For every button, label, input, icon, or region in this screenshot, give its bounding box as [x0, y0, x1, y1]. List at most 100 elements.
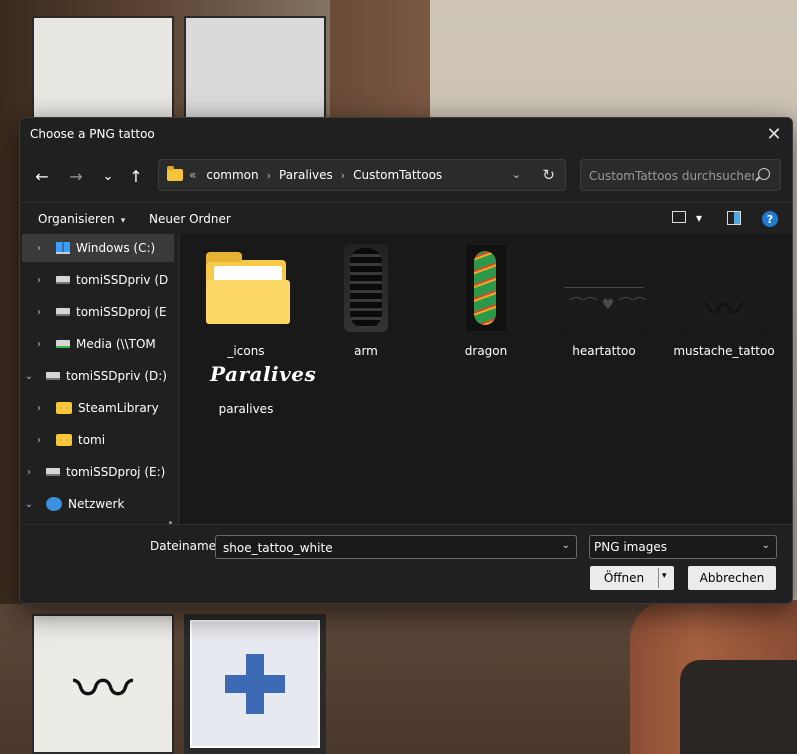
dialog-footer: Dateiname: ⌄ PNG images ⌄ Öffnen ▾ Abbre…: [20, 524, 792, 603]
chevron-right-icon: ›: [340, 168, 346, 182]
preview-pane-icon[interactable]: [727, 211, 741, 225]
filename-field[interactable]: ⌄: [215, 535, 577, 559]
file-list: _icons arm dragon heartattoo 〰 mustache_…: [180, 234, 792, 524]
up-icon[interactable]: ↑: [124, 164, 148, 188]
refresh-icon[interactable]: ↻: [542, 166, 555, 184]
folder-icon: [167, 166, 183, 181]
address-dropdown-icon[interactable]: ⌄: [512, 168, 521, 181]
collapse-chevron-icon[interactable]: ⌄: [22, 371, 36, 382]
breadcrumb-paralives[interactable]: Paralives: [279, 168, 333, 182]
sidebar-item-media[interactable]: › Media (\\TOM: [22, 330, 174, 358]
recent-locations-icon[interactable]: ⌄: [96, 164, 120, 188]
paralives-logo: Paralives: [210, 362, 317, 386]
file-thumbnail: [564, 246, 652, 330]
file-dialog: Choose a PNG tattoo ✕ ← → ⌄ ↑ « common ›…: [19, 117, 793, 604]
sidebar-item-label: Netzwerk: [68, 497, 125, 511]
view-mode-icon[interactable]: [672, 211, 686, 223]
drive-icon: [46, 372, 60, 380]
breadcrumb-common[interactable]: common: [206, 168, 258, 182]
sidebar-item-label: Windows (C:): [76, 241, 156, 255]
address-bar[interactable]: « common › Paralives › CustomTattoos ⌄ ↻: [158, 159, 566, 191]
open-button-label: Öffnen: [603, 571, 645, 585]
mustache-tattoo-image: 〰: [684, 290, 764, 330]
file-item-heartattoo[interactable]: heartattoo: [544, 240, 664, 360]
dialog-titlebar: Choose a PNG tattoo ✕: [20, 118, 792, 150]
network-drive-icon: [56, 340, 70, 348]
file-item-arm[interactable]: arm: [306, 240, 426, 360]
navigation-bar: ← → ⌄ ↑ « common › Paralives › CustomTat…: [20, 156, 792, 196]
file-name: mustache_tattoo: [673, 344, 775, 358]
organize-menu[interactable]: Organisieren ▾: [38, 212, 125, 226]
mustache-graphic: 〰: [73, 655, 133, 725]
file-item-dragon[interactable]: dragon: [426, 240, 546, 360]
sidebar-item-tomissdpriv-d[interactable]: ⌄ tomiSSDpriv (D:): [22, 362, 174, 390]
close-icon[interactable]: ✕: [762, 122, 786, 146]
breadcrumb-customtattoos[interactable]: CustomTattoos: [353, 168, 442, 182]
cancel-button[interactable]: Abbrechen: [687, 565, 777, 591]
sidebar-item-tomissdpriv[interactable]: › tomiSSDpriv (D: [22, 266, 174, 294]
file-item-icons[interactable]: _icons: [186, 240, 306, 360]
sidebar-item-label: tomiSSDpriv (D:): [66, 369, 167, 383]
expand-chevron-icon[interactable]: ›: [32, 275, 46, 286]
sidebar-item-netzwerk[interactable]: ⌄ Netzwerk: [22, 490, 174, 518]
expand-chevron-icon[interactable]: ›: [32, 339, 46, 350]
folder-front: [206, 280, 290, 324]
collapse-chevron-icon[interactable]: ⌄: [22, 499, 36, 510]
heart-tattoo-image: [564, 287, 652, 330]
caret-down-icon: ▾: [120, 216, 126, 226]
chevron-right-icon: ›: [266, 168, 272, 182]
new-folder-button[interactable]: Neuer Ordner: [149, 212, 231, 226]
tattoo-tile-rose[interactable]: [32, 16, 174, 119]
drive-icon: [56, 308, 70, 316]
file-item-mustache-tattoo[interactable]: 〰 mustache_tattoo: [664, 240, 784, 360]
sidebar-item-label: tomiSSDpriv (D: [76, 273, 169, 287]
navigation-pane: › Windows (C:) › tomiSSDpriv (D › tomiSS…: [22, 234, 174, 524]
expand-chevron-icon[interactable]: ›: [32, 307, 46, 318]
file-item-paralives[interactable]: Paralives paralives: [186, 356, 316, 476]
pane-divider[interactable]: [178, 234, 179, 524]
back-icon[interactable]: ←: [30, 164, 54, 188]
file-thumbnail: [446, 245, 526, 331]
open-options-caret-icon[interactable]: ▾: [662, 571, 667, 581]
tattoo-tile-tribal[interactable]: [184, 16, 326, 119]
plus-icon: [225, 654, 285, 714]
help-icon[interactable]: ?: [762, 211, 778, 227]
expand-chevron-icon[interactable]: ›: [32, 243, 46, 254]
expand-chevron-icon[interactable]: ›: [32, 435, 46, 446]
arm-tattoo-image: [344, 244, 388, 332]
sidebar-item-steamlibrary[interactable]: › SteamLibrary: [22, 394, 174, 422]
file-name: heartattoo: [572, 344, 636, 358]
search-input[interactable]: [587, 166, 756, 186]
sidebar-item-tomi[interactable]: › tomi: [22, 426, 174, 454]
sidebar-item-tomissdproj[interactable]: › tomiSSDproj (E: [22, 298, 174, 326]
split-divider: [658, 568, 659, 588]
add-tattoo-inner: [190, 620, 320, 748]
tattoo-tile-mustache[interactable]: 〰: [32, 614, 174, 754]
sidebar-item-tomissdproj-e[interactable]: › tomiSSDproj (E:): [22, 458, 174, 486]
open-button[interactable]: Öffnen ▾: [589, 565, 675, 591]
expand-chevron-icon[interactable]: ›: [22, 467, 36, 478]
search-box[interactable]: [580, 159, 781, 191]
sidebar-item-windows-c[interactable]: › Windows (C:): [22, 234, 174, 262]
view-options-caret-icon[interactable]: ▾: [696, 211, 702, 225]
file-thumbnail: 〰: [684, 246, 764, 330]
folder-icon: [56, 434, 72, 446]
organize-label: Organisieren: [38, 212, 115, 226]
filename-history-dropdown-icon[interactable]: ⌄: [562, 540, 570, 551]
folder-icon: [206, 252, 290, 324]
expand-chevron-icon[interactable]: ›: [32, 403, 46, 414]
overflow-chevron-icon[interactable]: «: [189, 168, 196, 182]
filename-label: Dateiname:: [150, 539, 221, 553]
filename-input[interactable]: [221, 539, 555, 557]
sidebar-item-label: tomiSSDproj (E: [76, 305, 167, 319]
dragon-tattoo-image: [466, 245, 506, 331]
filetype-select[interactable]: PNG images ⌄: [589, 535, 777, 559]
command-bar: Organisieren ▾ Neuer Ordner ▾ ?: [20, 202, 792, 235]
search-icon[interactable]: [758, 168, 770, 180]
sidebar-item-label: Media (\\TOM: [76, 337, 156, 351]
file-name: dragon: [464, 344, 508, 358]
forward-icon[interactable]: →: [64, 164, 88, 188]
character-pants: [680, 660, 797, 754]
network-icon: [46, 497, 62, 511]
add-tattoo-tile[interactable]: [184, 614, 326, 754]
